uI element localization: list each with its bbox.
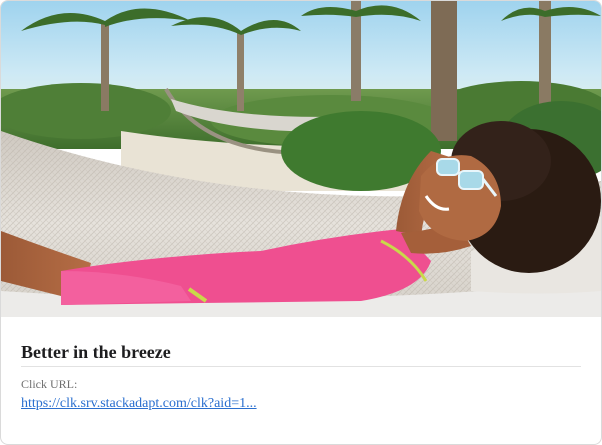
ad-text-panel: Better in the breeze Click URL: https://… — [21, 317, 581, 413]
click-url-link[interactable]: https://clk.srv.stackadapt.com/clk?aid=1… — [21, 395, 257, 413]
click-url-label: Click URL: — [21, 377, 78, 391]
ad-card: Better in the breeze Click URL: https://… — [0, 0, 602, 445]
ad-headline[interactable]: Better in the breeze — [21, 341, 581, 367]
ad-hero-image[interactable] — [1, 1, 601, 317]
